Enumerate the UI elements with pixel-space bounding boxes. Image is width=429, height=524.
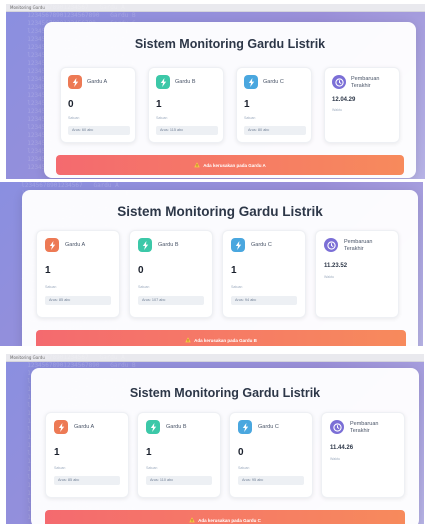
card-title-line2: Terakhir [344, 246, 364, 252]
card-last-update: Pembaruan Terakhir 12.04.29 Waktu [324, 67, 400, 143]
card-title-line1: Pembaruan [344, 239, 373, 245]
card-value: 0 [138, 265, 144, 276]
warning-icon [185, 337, 191, 343]
card-gardu-b: Gardu B 0 Satuan Arus: 107 abc [129, 230, 213, 318]
card-value: 1 [231, 265, 237, 276]
lightning-icon [54, 420, 68, 434]
card-gardu-c: Gardu C 1 Satuan Arus: 80 abc [236, 67, 312, 143]
dashboard-panel: Sistem Monitoring Gardu Listrik Gardu A … [44, 22, 416, 178]
card-unit: Satuan [156, 116, 168, 120]
card-detail: Arus: 94 abc [231, 296, 297, 305]
fault-alert: Ada kerusakan pada Gardu B [36, 330, 406, 346]
time-unit: Waktu [324, 275, 335, 279]
card-gardu-a: Gardu A 1 Satuan Arus: 85 abc [36, 230, 120, 318]
card-title-line2: Terakhir [350, 428, 370, 434]
lightning-icon [68, 75, 82, 89]
card-detail: Arus: 80 abc [244, 126, 306, 135]
screenshot-2: l2345678901234567 Gardu A 12345678901234… [0, 182, 423, 346]
screenshot-1: Monitoring Gardu l2345678901234567 Gardu… [6, 4, 425, 179]
dashboard-panel: Sistem Monitoring Gardu Listrik Gardu A … [31, 368, 419, 524]
card-title-line1: Pembaruan [351, 76, 380, 82]
card-title: Gardu B [175, 79, 196, 85]
card-unit: Satuan [45, 285, 57, 289]
card-value: 1 [45, 265, 51, 276]
lightning-icon [238, 420, 252, 434]
card-detail: Arus: 95 abc [238, 476, 304, 485]
fault-alert: Ada kerusakan pada Gardu C [45, 510, 405, 524]
card-title: Gardu A [87, 79, 108, 85]
lightning-icon [244, 75, 258, 89]
card-value: 1 [244, 99, 250, 110]
card-last-update: Pembaruan Terakhir 11.23.52 Waktu [315, 230, 399, 318]
last-update-time: 11.44.26 [330, 445, 354, 451]
card-title: Gardu C [251, 242, 272, 248]
card-title-line1: Pembaruan [350, 421, 379, 427]
card-gardu-b: Gardu B 1 Satuan Arus: 110 abc [137, 412, 221, 498]
alert-text: Ada kerusakan pada Gardu B [194, 337, 257, 343]
last-update-time: 11.23.52 [324, 263, 348, 269]
lightning-icon [231, 238, 245, 252]
page-title: Sistem Monitoring Gardu Listrik [129, 386, 321, 400]
card-detail: Arus: 107 abc [138, 296, 204, 305]
card-title-line2: Terakhir [351, 83, 371, 89]
card-detail: Arus: 110 abc [146, 476, 212, 485]
fault-alert: Ada kerusakan pada Gardu A [56, 155, 404, 175]
card-unit: Satuan [138, 285, 150, 289]
clock-icon [330, 420, 344, 434]
card-title: Gardu A [65, 242, 86, 248]
screenshot-3: Monitoring Gardu l2345678901234567 Gardu… [6, 354, 424, 524]
card-unit: Satuan [146, 466, 158, 470]
last-update-time: 12.04.29 [332, 97, 356, 103]
lightning-icon [146, 420, 160, 434]
alert-text: Ada kerusakan pada Gardu C [198, 517, 261, 523]
card-title: Gardu B [166, 424, 187, 430]
card-gardu-a: Gardu A 0 Satuan Arus: 60 abc [60, 67, 136, 143]
lightning-icon [45, 238, 59, 252]
card-value: 1 [54, 447, 60, 458]
card-title: Gardu A [74, 424, 95, 430]
time-unit: Waktu [332, 108, 343, 112]
clock-icon [332, 75, 346, 89]
card-detail: Arus: 85 abc [45, 296, 111, 305]
card-unit: Satuan [238, 466, 250, 470]
lightning-icon [156, 75, 170, 89]
card-unit: Satuan [244, 116, 256, 120]
card-gardu-c: Gardu C 0 Satuan Arus: 95 abc [229, 412, 313, 498]
card-gardu-b: Gardu B 1 Satuan Arus: 115 abc [148, 67, 224, 143]
page-title: Sistem Monitoring Gardu Listrik [134, 37, 326, 51]
card-value: 0 [238, 447, 244, 458]
card-detail: Arus: 60 abc [68, 126, 130, 135]
alert-text: Ada kerusakan pada Gardu A [203, 162, 266, 168]
page-title: Sistem Monitoring Gardu Listrik [117, 204, 323, 219]
card-title: Gardu B [158, 242, 179, 248]
card-title: Gardu C [263, 79, 284, 85]
warning-icon [194, 162, 200, 168]
card-gardu-c: Gardu C 1 Satuan Arus: 94 abc [222, 230, 306, 318]
card-detail: Arus: 85 abc [54, 476, 120, 485]
time-unit: Waktu [330, 457, 341, 461]
card-value: 1 [156, 99, 162, 110]
card-unit: Satuan [54, 466, 66, 470]
card-gardu-a: Gardu A 1 Satuan Arus: 85 abc [45, 412, 129, 498]
card-unit: Satuan [231, 285, 243, 289]
card-last-update: Pembaruan Terakhir 11.44.26 Waktu [321, 412, 405, 498]
card-detail: Arus: 115 abc [156, 126, 218, 135]
clock-icon [324, 238, 338, 252]
card-unit: Satuan [68, 116, 80, 120]
card-title: Gardu C [258, 424, 279, 430]
card-value: 1 [146, 447, 152, 458]
dashboard-panel: Sistem Monitoring Gardu Listrik Gardu A … [22, 190, 418, 346]
warning-icon [189, 517, 195, 523]
lightning-icon [138, 238, 152, 252]
card-value: 0 [68, 99, 74, 110]
